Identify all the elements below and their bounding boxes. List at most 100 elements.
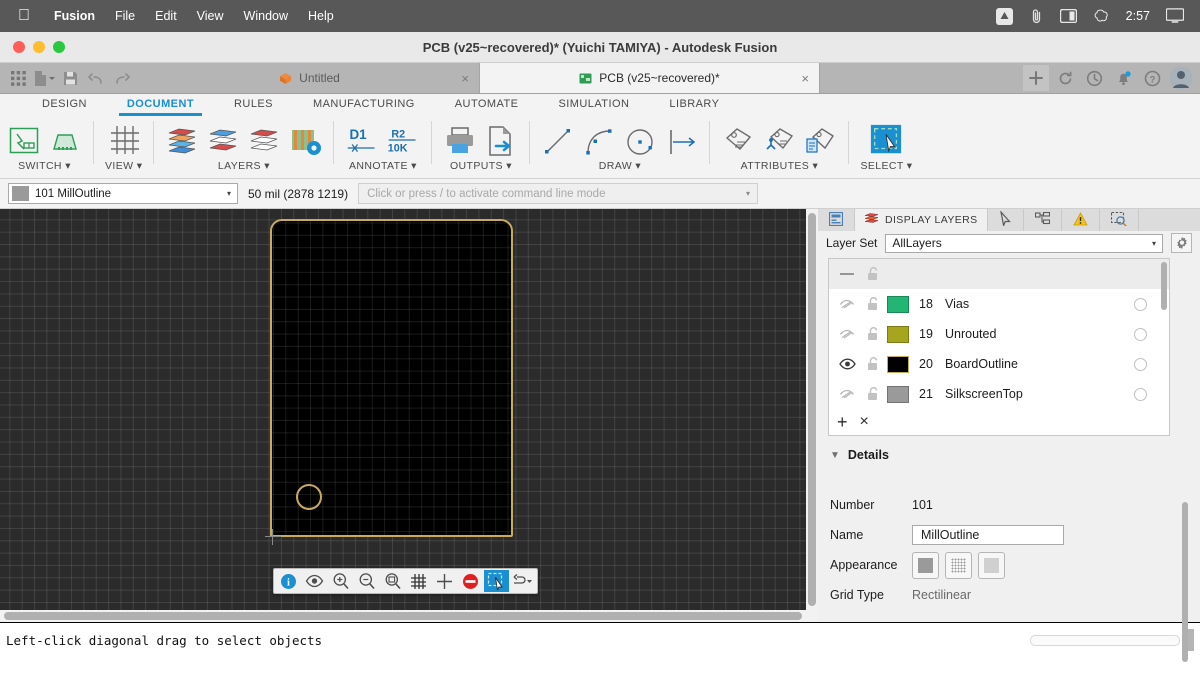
value-r2-10k-icon[interactable]: R2 10K	[386, 123, 420, 157]
arc-icon[interactable]	[582, 123, 616, 157]
layer-list-scroll-thumb[interactable]	[1161, 262, 1167, 310]
grid-apps-icon[interactable]	[6, 66, 30, 90]
lock-open-icon[interactable]	[859, 357, 887, 371]
openai-icon[interactable]	[1092, 7, 1110, 25]
tab-untitled[interactable]: Untitled ×	[140, 63, 480, 93]
appearance-solid-button[interactable]	[912, 551, 939, 579]
dimension-icon[interactable]	[664, 123, 698, 157]
zoom-in-icon[interactable]	[328, 570, 353, 592]
display-icon[interactable]	[1166, 7, 1184, 25]
board-outline[interactable]	[270, 219, 513, 537]
visibility-off-icon[interactable]	[835, 328, 859, 340]
layer-color-swatch[interactable]	[887, 295, 909, 313]
details-scroll-thumb[interactable]	[1182, 502, 1188, 662]
ribbon-tab-library[interactable]: LIBRARY	[649, 94, 739, 116]
menu-item-help[interactable]: Help	[298, 9, 344, 23]
new-document-icon[interactable]	[32, 66, 56, 90]
zoom-fit-icon[interactable]	[380, 570, 405, 592]
canvas-hscroll-thumb[interactable]	[4, 612, 802, 620]
table-row[interactable]: 20 BoardOutline	[829, 349, 1169, 379]
menu-item-fusion[interactable]: Fusion	[44, 9, 105, 23]
tab-pcb[interactable]: PCB (v25~recovered)* ×	[480, 63, 820, 93]
inspect-tab[interactable]	[1100, 209, 1139, 231]
visibility-on-icon[interactable]	[835, 358, 859, 370]
table-row[interactable]: 18 Vias	[829, 289, 1169, 319]
dimension-d1-icon[interactable]: D1	[345, 123, 379, 157]
command-line-input[interactable]: Click or press / to activate command lin…	[358, 183, 759, 204]
account-avatar[interactable]	[1168, 65, 1194, 91]
layer-name-input[interactable]: MillOutline	[912, 525, 1064, 545]
pcb-canvas[interactable]	[0, 209, 806, 610]
gear-icon[interactable]	[1171, 233, 1192, 253]
layer-active-radio[interactable]	[1134, 327, 1147, 341]
notifications-icon[interactable]	[1110, 65, 1136, 91]
layer-settings-icon[interactable]	[288, 123, 322, 157]
tag-document-icon[interactable]	[803, 123, 837, 157]
lock-open-icon[interactable]	[859, 387, 887, 401]
details-header[interactable]: ▼ Details	[818, 436, 1200, 468]
dropbox-icon[interactable]	[996, 7, 1014, 25]
menu-item-window[interactable]: Window	[234, 9, 298, 23]
menu-item-view[interactable]: View	[187, 9, 234, 23]
select-marquee-icon[interactable]	[484, 570, 509, 592]
ribbon-group-annotate-label[interactable]: ANNOTATE ▾	[349, 160, 417, 172]
menu-item-file[interactable]: File	[105, 9, 145, 23]
ribbon-group-draw-label[interactable]: DRAW ▾	[599, 160, 641, 172]
tag-hierarchy-icon[interactable]	[762, 123, 796, 157]
ribbon-tab-document[interactable]: DOCUMENT	[107, 94, 214, 116]
add-tab-icon[interactable]	[1023, 65, 1049, 91]
layer-active-radio[interactable]	[1134, 357, 1147, 371]
crosshair-icon[interactable]	[432, 570, 457, 592]
grid-view-icon[interactable]	[107, 123, 141, 157]
canvas-vscroll-thumb[interactable]	[808, 213, 816, 606]
appearance-dotted-button[interactable]	[945, 551, 972, 579]
layer-color-swatch[interactable]	[887, 355, 909, 373]
hierarchy-tab[interactable]	[1024, 209, 1062, 231]
undo-icon[interactable]	[84, 66, 108, 90]
lock-open-icon[interactable]	[859, 327, 887, 341]
warnings-tab[interactable]	[1062, 209, 1100, 231]
layer-set-select[interactable]: AllLayers ▾	[885, 233, 1163, 253]
ribbon-group-select-label[interactable]: SELECT ▾	[860, 160, 912, 172]
ribbon-tab-design[interactable]: DESIGN	[22, 94, 107, 116]
layer-active-radio[interactable]	[1134, 297, 1147, 311]
chevron-down-icon[interactable]: ▾	[746, 189, 750, 198]
ribbon-tab-simulation[interactable]: SIMULATION	[538, 94, 649, 116]
drill-hole[interactable]	[296, 484, 322, 510]
line-icon[interactable]	[541, 123, 575, 157]
ribbon-tab-manufacturing[interactable]: MANUFACTURING	[293, 94, 435, 116]
clock-time[interactable]: 2:57	[1124, 9, 1152, 23]
ribbon-tab-automate[interactable]: AUTOMATE	[435, 94, 539, 116]
measure-dropdown-icon[interactable]	[510, 570, 535, 592]
table-row[interactable]: 21 SilkscreenTop	[829, 379, 1169, 409]
schematic-switch-icon[interactable]	[7, 123, 41, 157]
table-row[interactable]: 19 Unrouted	[829, 319, 1169, 349]
lock-open-icon[interactable]	[859, 297, 887, 311]
layer-color-swatch[interactable]	[887, 325, 909, 343]
visibility-toggle-all-icon[interactable]	[835, 269, 859, 279]
select-marquee-icon[interactable]	[869, 123, 903, 157]
cursor-tab[interactable]	[988, 209, 1024, 231]
layer-stack-red2-icon[interactable]	[247, 123, 281, 157]
panel-layout-tab[interactable]	[818, 209, 855, 231]
grid-toggle-icon[interactable]	[406, 570, 431, 592]
stop-icon[interactable]	[458, 570, 483, 592]
display-layers-tab[interactable]: DISPLAY LAYERS	[855, 209, 988, 231]
tab-untitled-close-icon[interactable]: ×	[461, 71, 469, 86]
lock-toggle-all-icon[interactable]	[859, 267, 887, 281]
chevron-down-icon[interactable]: ▾	[1152, 239, 1156, 248]
appearance-light-button[interactable]	[978, 551, 1005, 579]
menu-item-edit[interactable]: Edit	[145, 9, 187, 23]
tab-pcb-close-icon[interactable]: ×	[801, 71, 809, 86]
visibility-icon[interactable]	[302, 570, 327, 592]
ribbon-group-outputs-label[interactable]: OUTPUTS ▾	[450, 160, 512, 172]
canvas-horizontal-scrollbar[interactable]	[0, 610, 806, 622]
board-switch-icon[interactable]	[48, 123, 82, 157]
circle-icon[interactable]	[623, 123, 657, 157]
visibility-off-icon[interactable]	[835, 298, 859, 310]
redo-icon[interactable]	[110, 66, 134, 90]
apple-logo-icon[interactable]: 	[18, 8, 30, 24]
ribbon-group-attributes-label[interactable]: ATTRIBUTES ▾	[741, 160, 819, 172]
chevron-down-icon[interactable]: ▼	[830, 450, 840, 461]
recent-icon[interactable]	[1081, 65, 1107, 91]
